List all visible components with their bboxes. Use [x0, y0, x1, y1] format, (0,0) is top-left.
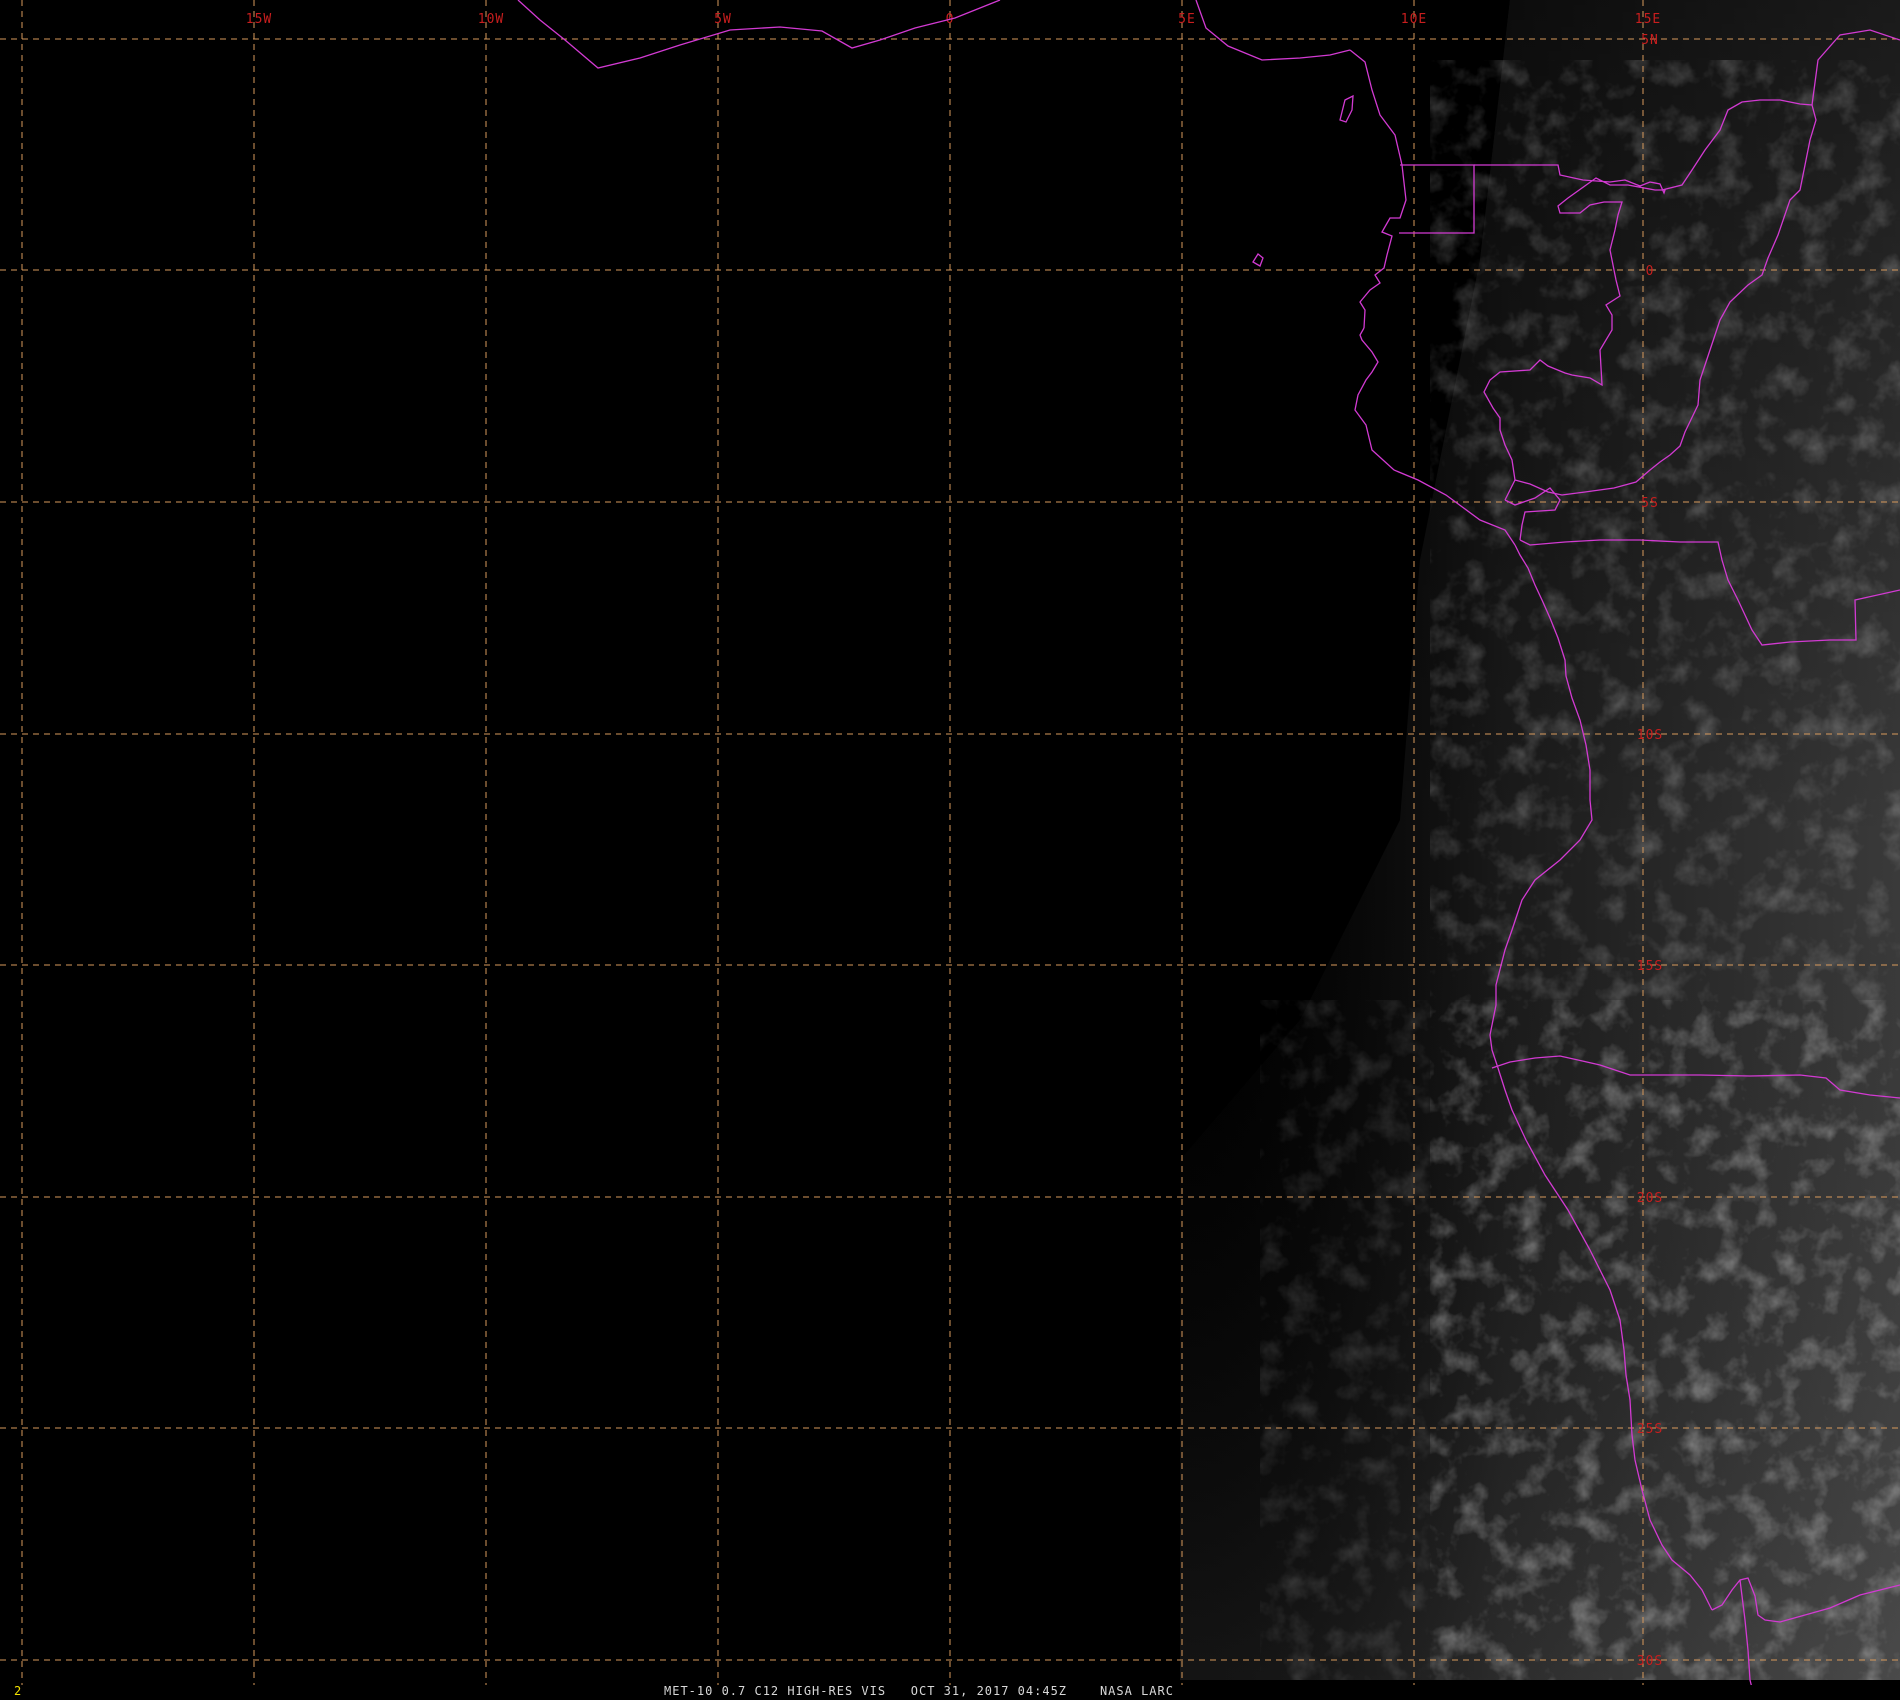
cloud-texture-south — [1260, 1000, 1900, 1680]
cameroon-coastline — [1349, 49, 1407, 329]
west-africa-coastline — [517, 0, 1001, 69]
longitude-label: 5W — [714, 12, 732, 27]
latitude-label: 20S — [1637, 1191, 1663, 1206]
frame-number: 2 — [14, 1684, 22, 1698]
latitude-label: 30S — [1637, 1654, 1663, 1669]
latitude-label: 0 — [1646, 264, 1655, 279]
image-caption: MET-10 0.7 C12 HIGH-RES VIS OCT 31, 2017… — [664, 1684, 1174, 1698]
longitude-label: 5E — [1178, 12, 1196, 27]
longitude-label: 10E — [1401, 12, 1427, 27]
caption-datetime: OCT 31, 2017 04:45Z — [910, 1684, 1068, 1698]
latitude-label: 5N — [1641, 33, 1659, 48]
sao-tome-island — [1252, 253, 1264, 267]
gulf-coastline — [1195, 0, 1351, 61]
satellite-map: 15W 10W 5W 0 5E 10E 15E5N05S10S15S20S25S30S — [0, 0, 1900, 1700]
latitude-label: 25S — [1637, 1422, 1663, 1437]
latitude-label: 5S — [1641, 496, 1659, 511]
latitude-label: 15S — [1637, 959, 1663, 974]
longitude-label: 15W — [246, 12, 272, 27]
longitude-label: 15E — [1635, 12, 1661, 27]
latitude-label: 10S — [1637, 728, 1663, 743]
longitude-label: 10W — [478, 12, 504, 27]
caption-credit: NASA LARC — [1099, 1684, 1174, 1698]
caption-product: MET-10 0.7 C12 HIGH-RES VIS — [664, 1684, 887, 1698]
bioko-island — [1339, 94, 1354, 123]
